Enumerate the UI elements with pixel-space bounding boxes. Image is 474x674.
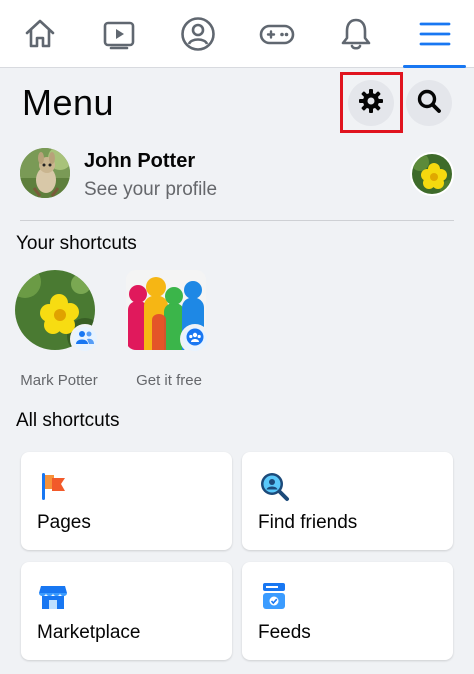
all-shortcuts-heading: All shortcuts xyxy=(16,410,120,431)
nav-tab-menu[interactable] xyxy=(395,0,474,68)
avatar xyxy=(20,148,70,198)
find-friends-icon xyxy=(258,470,290,502)
gaming-icon xyxy=(258,17,296,51)
shortcut-card-pages[interactable]: Pages xyxy=(21,452,232,550)
watch-icon xyxy=(102,17,136,51)
shortcut-label: Get it free xyxy=(136,372,202,389)
profile-subtitle: See your profile xyxy=(84,179,218,200)
group-icon xyxy=(186,328,204,351)
nav-tab-profile[interactable] xyxy=(158,0,237,67)
card-label: Find friends xyxy=(258,512,358,533)
shortcut-card-marketplace[interactable]: Marketplace xyxy=(21,562,232,660)
home-icon xyxy=(23,17,57,51)
your-shortcuts-heading: Your shortcuts xyxy=(16,233,137,254)
nav-tab-watch[interactable] xyxy=(79,0,158,67)
search-icon xyxy=(416,88,442,119)
flag-icon xyxy=(37,470,69,502)
menu-icon xyxy=(418,19,452,49)
card-label: Pages xyxy=(37,512,91,533)
card-label: Marketplace xyxy=(37,622,141,643)
friends-icon xyxy=(76,329,94,350)
marketplace-icon xyxy=(37,580,69,612)
search-button[interactable] xyxy=(406,80,452,126)
nav-tab-notifications[interactable] xyxy=(316,0,395,67)
nav-tab-gaming[interactable] xyxy=(237,0,316,67)
profile-row[interactable]: John Potter See your profile xyxy=(20,146,454,204)
shortcut-get-it-free[interactable]: Get it free xyxy=(114,270,224,390)
shortcut-card-find-friends[interactable]: Find friends xyxy=(242,452,453,550)
profile-icon xyxy=(180,16,216,52)
page-title: Menu xyxy=(22,82,115,123)
shortcut-badge xyxy=(70,324,100,354)
feeds-icon xyxy=(258,580,290,612)
card-label: Feeds xyxy=(258,622,311,643)
account-switcher-avatar[interactable] xyxy=(410,152,454,196)
shortcut-mark-potter[interactable]: Mark Potter xyxy=(4,270,114,390)
shortcut-card-feeds[interactable]: Feeds xyxy=(242,562,453,660)
top-navigation-bar xyxy=(0,0,474,68)
nav-tab-home[interactable] xyxy=(0,0,79,67)
divider xyxy=(20,220,454,221)
notifications-icon xyxy=(339,16,373,52)
shortcut-label: Mark Potter xyxy=(20,372,98,389)
profile-name: John Potter xyxy=(84,150,196,172)
shortcut-badge xyxy=(180,324,210,354)
settings-highlight-box xyxy=(340,72,403,133)
